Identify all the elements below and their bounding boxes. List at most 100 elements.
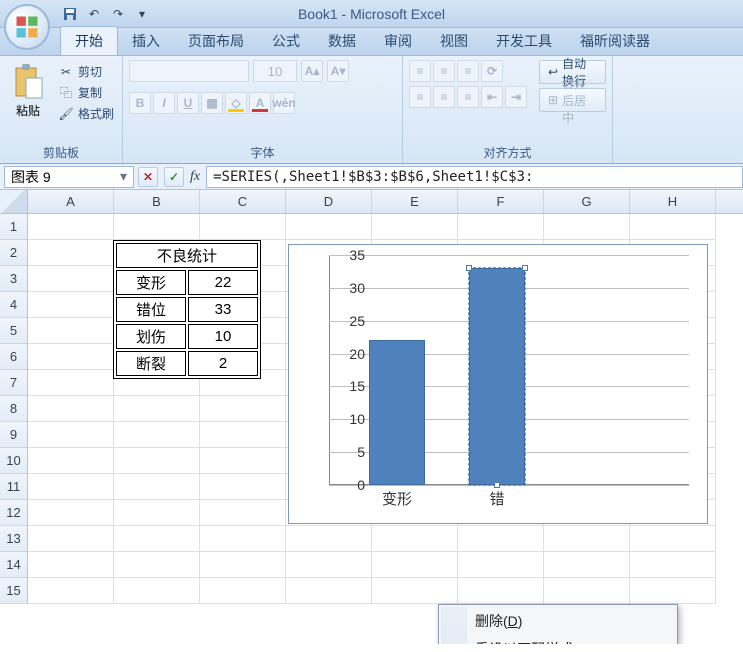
copy-icon: ⿻ <box>58 85 74 101</box>
grow-font-button[interactable]: A▴ <box>301 60 323 82</box>
quick-access-toolbar: ↶ ↷ ▾ <box>60 4 152 24</box>
font-color-button[interactable]: A <box>249 92 271 114</box>
increase-indent-button[interactable]: ⇥ <box>505 86 527 108</box>
row-header[interactable]: 8 <box>0 396 28 422</box>
scissors-icon: ✂ <box>58 64 74 80</box>
cut-button[interactable]: ✂剪切 <box>56 62 116 81</box>
row-header[interactable]: 6 <box>0 344 28 370</box>
row-header[interactable]: 14 <box>0 552 28 578</box>
merge-icon: ⊞ <box>548 93 558 107</box>
row-header[interactable]: 2 <box>0 240 28 266</box>
formula-bar: 图表 9 ▾ ✕ ✓ fx <box>0 164 743 190</box>
wrap-icon: ↩ <box>548 65 558 79</box>
context-menu-item[interactable]: 删除(D) <box>441 607 675 635</box>
cancel-formula-button[interactable]: ✕ <box>138 167 158 187</box>
chart-y-tick: 20 <box>331 346 365 362</box>
font-group: A▴ A▾ B I U ▦ ◇ A wén 字体 <box>123 56 403 163</box>
copy-button[interactable]: ⿻复制 <box>56 83 116 102</box>
context-menu-item[interactable]: ↺重设以匹配样式(A) <box>441 635 675 644</box>
tab-view[interactable]: 视图 <box>426 27 482 55</box>
worksheet-grid[interactable]: 123456789101112131415 不良统计 变形22 错位33 划伤1… <box>0 214 743 644</box>
chart-y-tick: 30 <box>331 280 365 296</box>
align-left-button[interactable]: ≡ <box>409 86 431 108</box>
align-center-button[interactable]: ≡ <box>433 86 455 108</box>
font-group-label: 字体 <box>129 142 396 161</box>
col-header[interactable]: F <box>458 190 544 213</box>
clipboard-group: 粘贴 ✂剪切 ⿻复制 🖌格式刷 剪贴板 <box>0 56 123 163</box>
tab-foxit[interactable]: 福昕阅读器 <box>566 27 664 55</box>
chart-plot-area[interactable]: 05101520253035变形错 <box>329 255 689 485</box>
decrease-indent-button[interactable]: ⇤ <box>481 86 503 108</box>
title-bar: ↶ ↷ ▾ Book1 - Microsoft Excel <box>0 0 743 28</box>
row-header[interactable]: 10 <box>0 448 28 474</box>
orientation-button[interactable]: ⟳ <box>481 60 503 82</box>
paste-button[interactable]: 粘贴 <box>6 60 50 119</box>
align-top-button[interactable]: ≡ <box>409 60 431 82</box>
tab-formulas[interactable]: 公式 <box>258 27 314 55</box>
office-button[interactable] <box>4 4 50 50</box>
chart-bar[interactable] <box>369 340 425 485</box>
chart-bar[interactable] <box>469 268 525 485</box>
chart-y-tick: 35 <box>331 247 365 263</box>
italic-button[interactable]: I <box>153 92 175 114</box>
tab-home[interactable]: 开始 <box>60 26 118 55</box>
row-header[interactable]: 12 <box>0 500 28 526</box>
table-row: 断裂2 <box>116 351 258 376</box>
undo-icon[interactable]: ↶ <box>84 4 104 24</box>
col-header[interactable]: G <box>544 190 630 213</box>
merge-center-button[interactable]: ⊞合并后居中 <box>539 88 606 112</box>
name-box-value: 图表 9 <box>11 167 51 187</box>
chevron-down-icon: ▾ <box>120 168 127 185</box>
phonetic-button[interactable]: wén <box>273 92 295 114</box>
border-button[interactable]: ▦ <box>201 92 223 114</box>
redo-icon[interactable]: ↷ <box>108 4 128 24</box>
qat-dropdown-icon[interactable]: ▾ <box>132 4 152 24</box>
tab-developer[interactable]: 开发工具 <box>482 27 566 55</box>
shrink-font-button[interactable]: A▾ <box>327 60 349 82</box>
tab-layout[interactable]: 页面布局 <box>174 27 258 55</box>
row-header[interactable]: 4 <box>0 292 28 318</box>
formula-input[interactable] <box>206 166 743 188</box>
chart-x-label: 变形 <box>369 488 425 509</box>
align-middle-button[interactable]: ≡ <box>433 60 455 82</box>
col-header[interactable]: A <box>28 190 114 213</box>
chart-y-tick: 0 <box>331 477 365 493</box>
col-header[interactable]: D <box>286 190 372 213</box>
row-header[interactable]: 11 <box>0 474 28 500</box>
chart-y-axis <box>329 255 330 485</box>
blank-icon <box>446 612 464 630</box>
row-header[interactable]: 3 <box>0 266 28 292</box>
enter-formula-button[interactable]: ✓ <box>164 167 184 187</box>
font-size-input[interactable] <box>253 60 297 82</box>
align-right-button[interactable]: ≡ <box>457 86 479 108</box>
chart-context-menu: 删除(D)↺重设以匹配样式(A)📊更改系列图表类型(Y)...▦选择数据(E).… <box>438 604 678 644</box>
font-name-input[interactable] <box>129 60 249 82</box>
row-header[interactable]: 9 <box>0 422 28 448</box>
name-box[interactable]: 图表 9 ▾ <box>4 166 134 188</box>
align-bottom-button[interactable]: ≡ <box>457 60 479 82</box>
format-painter-button[interactable]: 🖌格式刷 <box>56 104 116 123</box>
col-header[interactable]: H <box>630 190 716 213</box>
embedded-chart[interactable]: 05101520253035变形错 <box>288 244 708 524</box>
fill-color-button[interactable]: ◇ <box>225 92 247 114</box>
col-header[interactable]: C <box>200 190 286 213</box>
bold-button[interactable]: B <box>129 92 151 114</box>
fx-icon[interactable]: fx <box>190 169 200 185</box>
column-headers: A B C D E F G H <box>0 190 743 214</box>
underline-button[interactable]: U <box>177 92 199 114</box>
row-header[interactable]: 1 <box>0 214 28 240</box>
row-header[interactable]: 7 <box>0 370 28 396</box>
save-icon[interactable] <box>60 4 80 24</box>
col-header[interactable]: B <box>114 190 200 213</box>
window-title: Book1 - Microsoft Excel <box>298 6 445 22</box>
select-all-corner[interactable] <box>0 190 28 213</box>
row-header[interactable]: 15 <box>0 578 28 604</box>
tab-insert[interactable]: 插入 <box>118 27 174 55</box>
tab-review[interactable]: 审阅 <box>370 27 426 55</box>
table-row: 划伤10 <box>116 324 258 349</box>
row-header[interactable]: 13 <box>0 526 28 552</box>
brush-icon: 🖌 <box>58 106 74 122</box>
tab-data[interactable]: 数据 <box>314 27 370 55</box>
row-header[interactable]: 5 <box>0 318 28 344</box>
col-header[interactable]: E <box>372 190 458 213</box>
